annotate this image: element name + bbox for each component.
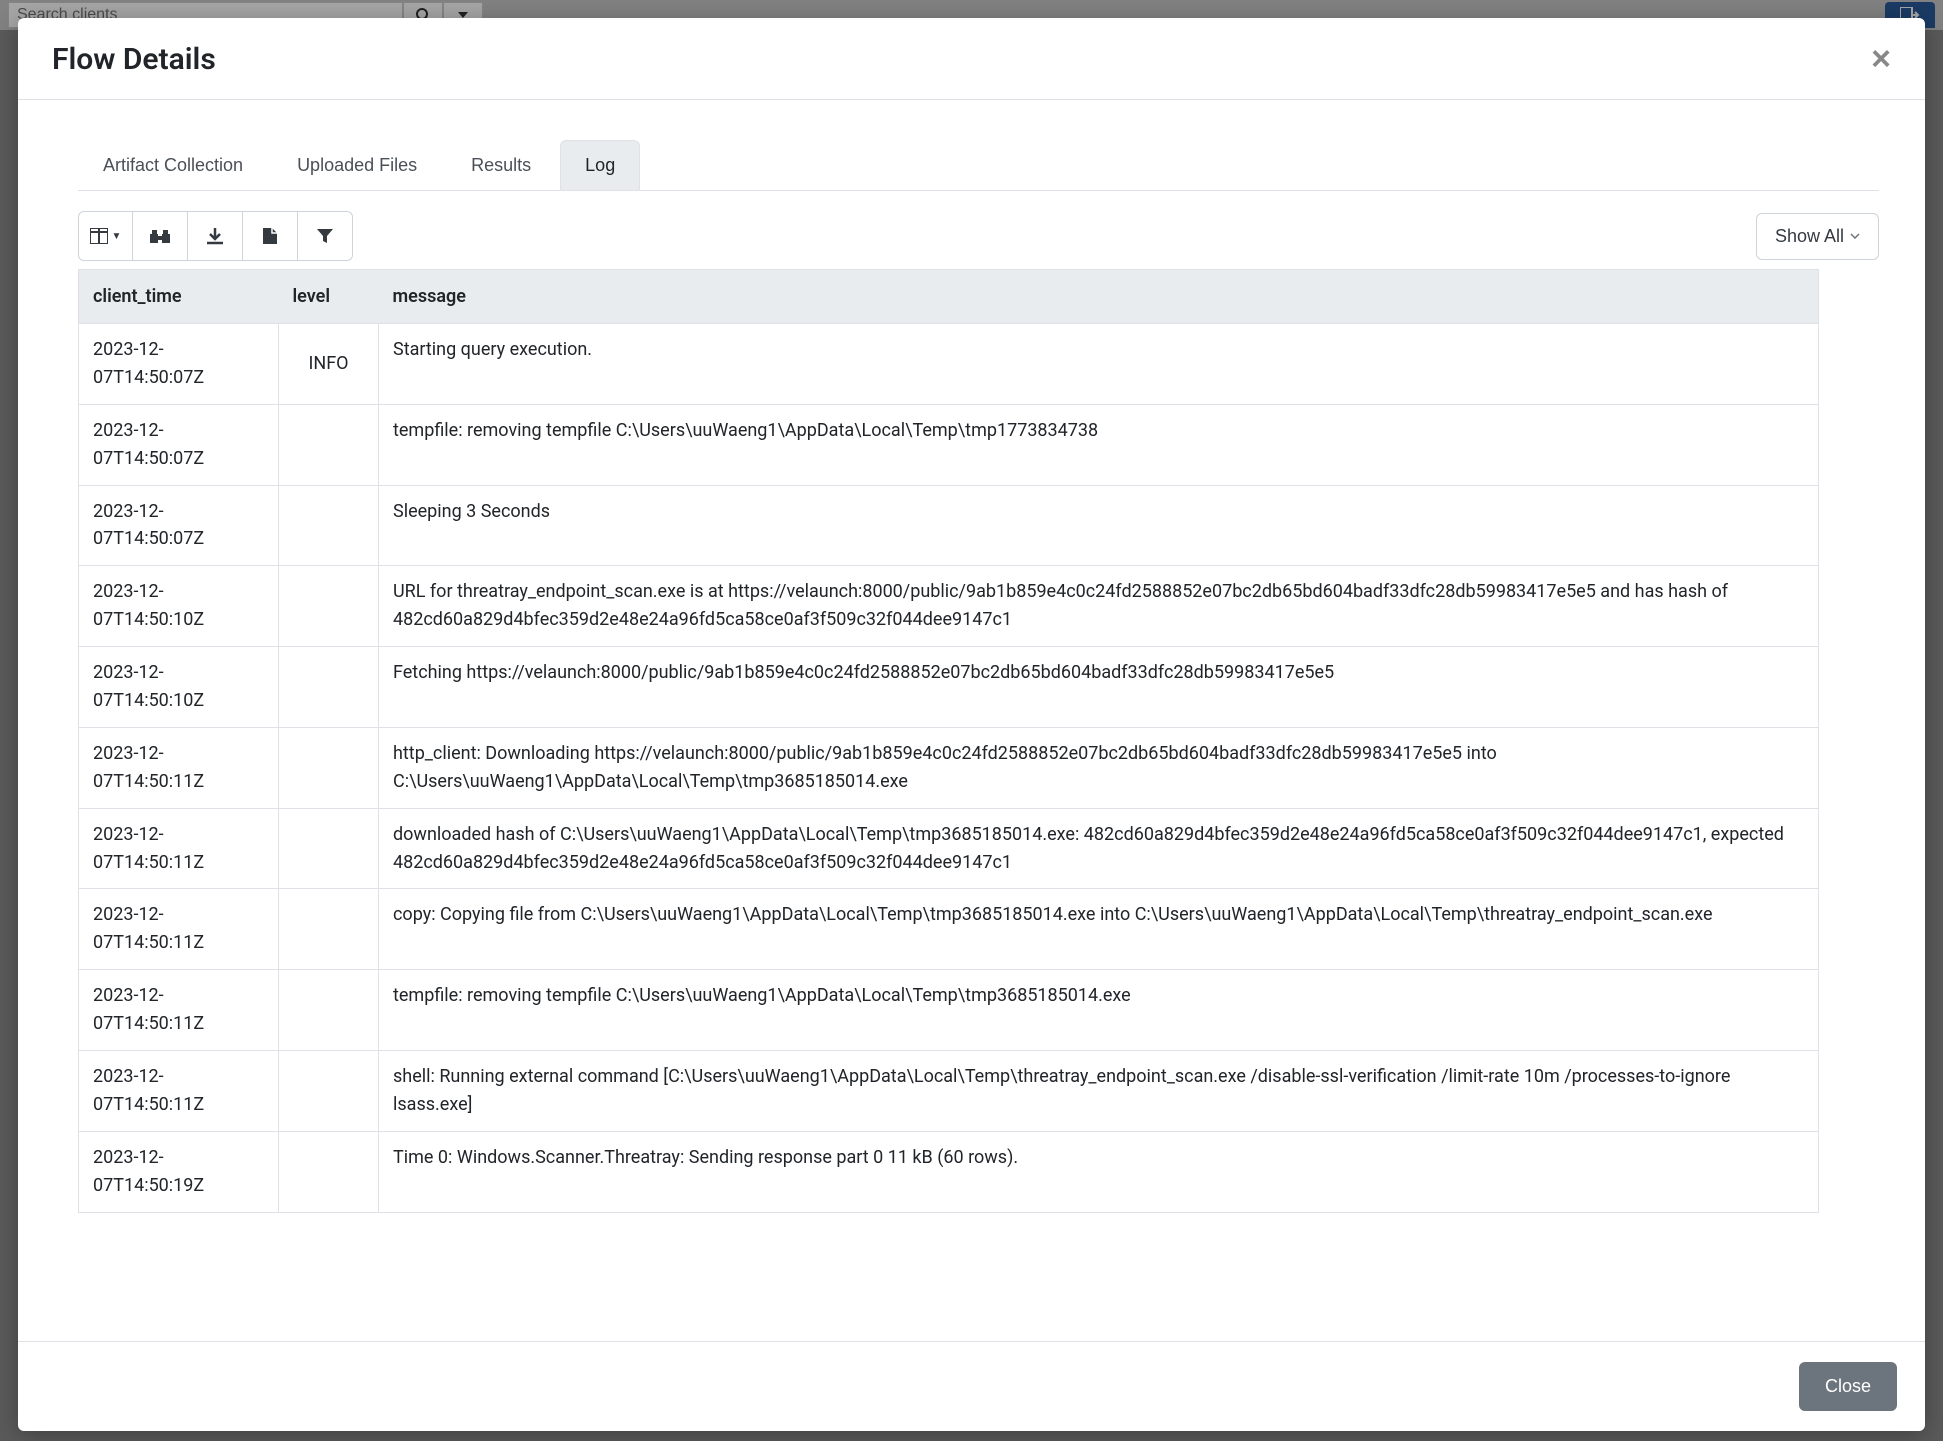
flow-details-modal: Flow Details × Artifact Collection Uploa…: [18, 18, 1925, 1431]
inspect-button[interactable]: [133, 211, 188, 261]
log-cell-time: 2023-12-07T14:50:07Z: [79, 324, 279, 405]
log-cell-level: [279, 566, 379, 647]
tab-uploaded-files[interactable]: Uploaded Files: [272, 140, 442, 190]
log-cell-time: 2023-12-07T14:50:11Z: [79, 1051, 279, 1132]
log-row[interactable]: 2023-12-07T14:50:10Z URL for threatray_en…: [79, 566, 1819, 647]
level-filter-dropdown[interactable]: Show All: [1756, 213, 1879, 260]
log-cell-message: tempfile: removing tempfile C:\Users\uuW…: [379, 970, 1819, 1051]
col-level[interactable]: level: [279, 270, 379, 324]
filter-button[interactable]: [298, 211, 353, 261]
log-cell-level: [279, 1051, 379, 1132]
log-cell-time: 2023-12-07T14:50:10Z: [79, 566, 279, 647]
log-cell-message: http_client: Downloading https://velaunc…: [379, 727, 1819, 808]
log-cell-time: 2023-12-07T14:50:10Z: [79, 647, 279, 728]
log-cell-level: [279, 647, 379, 728]
col-client-time[interactable]: client_time: [79, 270, 279, 324]
log-cell-time: 2023-12-07T14:50:07Z: [79, 485, 279, 566]
log-row[interactable]: 2023-12-07T14:50:07Z Sleeping 3 Seconds: [79, 485, 1819, 566]
export-csv-button[interactable]: [243, 211, 298, 261]
col-message[interactable]: message: [379, 270, 1819, 324]
log-cell-message: downloaded hash of C:\Users\uuWaeng1\App…: [379, 808, 1819, 889]
tab-artifact-collection[interactable]: Artifact Collection: [78, 140, 268, 190]
filter-icon: [316, 228, 334, 244]
log-cell-time: 2023-12-07T14:50:07Z: [79, 404, 279, 485]
log-row[interactable]: 2023-12-07T14:50:11Z downloaded hash of C…: [79, 808, 1819, 889]
log-cell-message: tempfile: removing tempfile C:\Users\uuW…: [379, 404, 1819, 485]
modal-title: Flow Details: [52, 42, 216, 77]
file-export-icon: [262, 227, 278, 245]
log-cell-level: [279, 889, 379, 970]
flow-tabs: Artifact Collection Uploaded Files Resul…: [78, 140, 1879, 191]
log-cell-message: Fetching https://velaunch:8000/public/9a…: [379, 647, 1819, 728]
log-toolbar: ▼ Show All: [78, 211, 1879, 261]
columns-icon: [90, 228, 108, 244]
log-toolbar-buttons: ▼: [78, 211, 353, 261]
columns-button[interactable]: ▼: [78, 211, 133, 261]
log-row[interactable]: 2023-12-07T14:50:11Z tempfile: removing t…: [79, 970, 1819, 1051]
log-cell-level: [279, 485, 379, 566]
modal-close-x[interactable]: ×: [1871, 49, 1891, 69]
log-row[interactable]: 2023-12-07T14:50:07ZINFOStarting query e…: [79, 324, 1819, 405]
modal-header: Flow Details ×: [18, 18, 1925, 100]
close-button[interactable]: Close: [1799, 1362, 1897, 1411]
log-row[interactable]: 2023-12-07T14:50:11Z http_client: Downloa…: [79, 727, 1819, 808]
log-cell-message: Time 0: Windows.Scanner.Threatray: Sendi…: [379, 1131, 1819, 1212]
binoculars-icon: [149, 228, 171, 244]
log-cell-level: [279, 1131, 379, 1212]
log-cell-time: 2023-12-07T14:50:11Z: [79, 727, 279, 808]
log-cell-level: [279, 404, 379, 485]
log-row[interactable]: 2023-12-07T14:50:07Z tempfile: removing t…: [79, 404, 1819, 485]
log-cell-time: 2023-12-07T14:50:11Z: [79, 970, 279, 1051]
tab-results[interactable]: Results: [446, 140, 556, 190]
level-filter-label: Show All: [1775, 226, 1844, 247]
log-row[interactable]: 2023-12-07T14:50:11Z shell: Running exter…: [79, 1051, 1819, 1132]
log-cell-level: INFO: [279, 324, 379, 405]
log-row[interactable]: 2023-12-07T14:50:19Z Time 0: Windows.Scan…: [79, 1131, 1819, 1212]
log-cell-level: [279, 727, 379, 808]
tab-log[interactable]: Log: [560, 140, 640, 190]
log-row[interactable]: 2023-12-07T14:50:10Z Fetching https://vel…: [79, 647, 1819, 728]
log-cell-message: shell: Running external command [C:\User…: [379, 1051, 1819, 1132]
log-cell-message: URL for threatray_endpoint_scan.exe is a…: [379, 566, 1819, 647]
log-cell-time: 2023-12-07T14:50:11Z: [79, 808, 279, 889]
log-cell-level: [279, 970, 379, 1051]
caret-down-icon: ▼: [112, 231, 122, 242]
log-cell-message: copy: Copying file from C:\Users\uuWaeng…: [379, 889, 1819, 970]
log-cell-time: 2023-12-07T14:50:11Z: [79, 889, 279, 970]
log-table: client_time level message 2023-12-07T14:…: [78, 269, 1819, 1213]
download-button[interactable]: [188, 211, 243, 261]
chevron-down-icon: [1850, 233, 1860, 239]
log-cell-time: 2023-12-07T14:50:19Z: [79, 1131, 279, 1212]
log-cell-message: Starting query execution.: [379, 324, 1819, 405]
log-row[interactable]: 2023-12-07T14:50:11Z copy: Copying file f…: [79, 889, 1819, 970]
modal-body: Artifact Collection Uploaded Files Resul…: [18, 100, 1925, 1341]
log-table-header-row: client_time level message: [79, 270, 1819, 324]
log-cell-level: [279, 808, 379, 889]
modal-footer: Close: [18, 1341, 1925, 1431]
log-cell-message: Sleeping 3 Seconds: [379, 485, 1819, 566]
download-icon: [206, 227, 224, 245]
